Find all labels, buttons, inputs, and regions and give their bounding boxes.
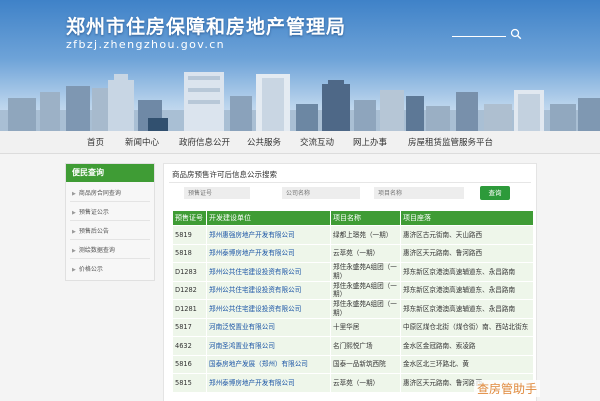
developer-link[interactable]: 国泰房地产发展（郑州）有限公司 xyxy=(206,354,331,374)
nav-item-interaction[interactable]: 交流互动 xyxy=(300,136,334,148)
arrow-icon: ▶ xyxy=(72,229,76,235)
project-location: 惠济区天元路南、鲁河路西 xyxy=(400,243,534,263)
project-location: 郑东新区京港澳高速辅道东、永昌路南 xyxy=(400,280,534,300)
nav-item-info-disclosure[interactable]: 政府信息公开 xyxy=(179,136,230,148)
permit-number: 5816 xyxy=(172,354,207,374)
nav-item-news[interactable]: 新闻中心 xyxy=(125,136,159,148)
table-row: 5819 郑州惠强房地产开发有限公司 绿都上璟苑（一期） 惠济区古元街南、天山路… xyxy=(172,225,534,245)
nav-item-public-service[interactable]: 公共服务 xyxy=(247,136,281,148)
search-input[interactable] xyxy=(452,36,506,37)
permit-number: 5817 xyxy=(172,317,207,337)
page-title: 商品房预售许可后信息公示搜索 xyxy=(172,170,277,179)
table-row: 5816 国泰房地产发展（郑州）有限公司 国泰一品新筑西院 金水区北三环路北、黄 xyxy=(172,354,534,374)
search-icon[interactable] xyxy=(510,28,522,40)
divider xyxy=(70,201,150,202)
permit-number: D1282 xyxy=(172,280,207,300)
col-header-permit: 预售证号 xyxy=(172,210,207,226)
project-name: 云萃苑（一期） xyxy=(330,243,401,263)
col-header-project: 项目名称 xyxy=(330,210,401,226)
main-content: 商品房预售许可后信息公示搜索 查询 预售证号 开发建设单位 项目名称 项目座落 … xyxy=(163,163,537,401)
developer-link[interactable]: 河南圣鸿置业有限公司 xyxy=(206,336,331,356)
arrow-icon: ▶ xyxy=(72,210,76,216)
project-location: 郑东新区京港澳高速辅道东、永昌路南 xyxy=(400,262,534,282)
permit-number: D1283 xyxy=(172,262,207,282)
col-header-developer: 开发建设单位 xyxy=(206,210,331,226)
arrow-icon: ▶ xyxy=(72,267,76,273)
project-name-input[interactable] xyxy=(374,187,464,199)
divider xyxy=(70,239,150,240)
developer-link[interactable]: 郑州泰博房地产开发有限公司 xyxy=(206,373,331,393)
developer-link[interactable]: 郑州惠强房地产开发有限公司 xyxy=(206,225,331,245)
divider xyxy=(169,182,531,183)
permit-number-input[interactable] xyxy=(184,187,250,199)
sidebar-item-survey-data[interactable]: ▶ 测绘数据查询 xyxy=(72,245,115,254)
developer-link[interactable]: 郑州泰博房地产开发有限公司 xyxy=(206,243,331,263)
table-row: 4632 河南圣鸿置业有限公司 名门熙悦广场 金水区金冠路南、索凌路 xyxy=(172,336,534,356)
developer-link[interactable]: 郑州公共住宅建设投资有限公司 xyxy=(206,262,331,282)
main-nav: 首页 新闻中心 政府信息公开 公共服务 交流互动 网上办事 房屋租赁监管服务平台 xyxy=(0,131,600,154)
permit-number: 5815 xyxy=(172,373,207,393)
permit-number: D1281 xyxy=(172,299,207,319)
sidebar-item-price[interactable]: ▶ 价格公示 xyxy=(72,264,103,273)
project-name: 郑住永盛苑A组团（一期） xyxy=(330,280,401,300)
site-title: 郑州市住房保障和房地产管理局 xyxy=(66,16,347,38)
arrow-icon: ▶ xyxy=(72,191,76,197)
project-location: 郑东新区京港澳高速辅道东、永昌路南 xyxy=(400,299,534,319)
project-name: 郑住永盛苑A组团（一期） xyxy=(330,262,401,282)
project-name: 国泰一品新筑西院 xyxy=(330,354,401,374)
company-name-input[interactable] xyxy=(282,187,360,199)
project-name: 十里华居 xyxy=(330,317,401,337)
sidebar-item-presale-permit[interactable]: ▶ 预售证公示 xyxy=(72,207,109,216)
permit-number: 5819 xyxy=(172,225,207,245)
table-row: D1281 郑州公共住宅建设投资有限公司 郑住永盛苑A组团（一期） 郑东新区京港… xyxy=(172,299,534,319)
permit-number: 5818 xyxy=(172,243,207,263)
nav-item-home[interactable]: 首页 xyxy=(87,136,104,148)
project-name: 云萃苑（一期） xyxy=(330,373,401,393)
sidebar-item-post-presale[interactable]: ▶ 预售后公告 xyxy=(72,226,109,235)
divider xyxy=(70,220,150,221)
project-location: 惠济区古元街南、天山路西 xyxy=(400,225,534,245)
site-domain: zfbzj.zhengzhou.gov.cn xyxy=(66,38,226,51)
project-location: 金水区金冠路南、索凌路 xyxy=(400,336,534,356)
developer-link[interactable]: 郑州公共住宅建设投资有限公司 xyxy=(206,299,331,319)
table-row: D1283 郑州公共住宅建设投资有限公司 郑住永盛苑A组团（一期） 郑东新区京港… xyxy=(172,262,534,282)
developer-link[interactable]: 郑州公共住宅建设投资有限公司 xyxy=(206,280,331,300)
table-header-row: 预售证号 开发建设单位 项目名称 项目座落 xyxy=(172,210,534,226)
sidebar-title: 便民查询 xyxy=(66,164,154,182)
project-location: 中原区煤仓北街（煤仓街）南、西站北街东 xyxy=(400,317,534,337)
project-location: 金水区北三环路北、黄 xyxy=(400,354,534,374)
divider xyxy=(70,258,150,259)
project-name: 郑住永盛苑A组团（一期） xyxy=(330,299,401,319)
sidebar-item-contract-query[interactable]: ▶ 商品房合同查询 xyxy=(72,188,121,197)
nav-item-online-service[interactable]: 网上办事 xyxy=(353,136,387,148)
arrow-icon: ▶ xyxy=(72,248,76,254)
col-header-location: 项目座落 xyxy=(400,210,534,226)
developer-link[interactable]: 河南泛悦置业有限公司 xyxy=(206,317,331,337)
permit-number: 4632 xyxy=(172,336,207,356)
table-row: D1282 郑州公共住宅建设投资有限公司 郑住永盛苑A组团（一期） 郑东新区京港… xyxy=(172,280,534,300)
project-name: 名门熙悦广场 xyxy=(330,336,401,356)
query-button[interactable]: 查询 xyxy=(480,186,510,200)
presale-table: 预售证号 开发建设单位 项目名称 项目座落 5819 郑州惠强房地产开发有限公司… xyxy=(172,210,534,393)
header-banner: 郑州市住房保障和房地产管理局 zfbzj.zhengzhou.gov.cn xyxy=(0,0,600,131)
table-row: 5818 郑州泰博房地产开发有限公司 云萃苑（一期） 惠济区天元路南、鲁河路西 xyxy=(172,243,534,263)
nav-item-rental-platform[interactable]: 房屋租赁监管服务平台 xyxy=(408,136,493,148)
project-name: 绿都上璟苑（一期） xyxy=(330,225,401,245)
sidebar: 便民查询 ▶ 商品房合同查询 ▶ 预售证公示 ▶ 预售后公告 ▶ 测绘数据查询 ▶ 价格公… xyxy=(65,163,155,281)
watermark: 查房管助手 xyxy=(474,380,541,397)
table-row: 5817 河南泛悦置业有限公司 十里华居 中原区煤仓北街（煤仓街）南、西站北街东 xyxy=(172,317,534,337)
